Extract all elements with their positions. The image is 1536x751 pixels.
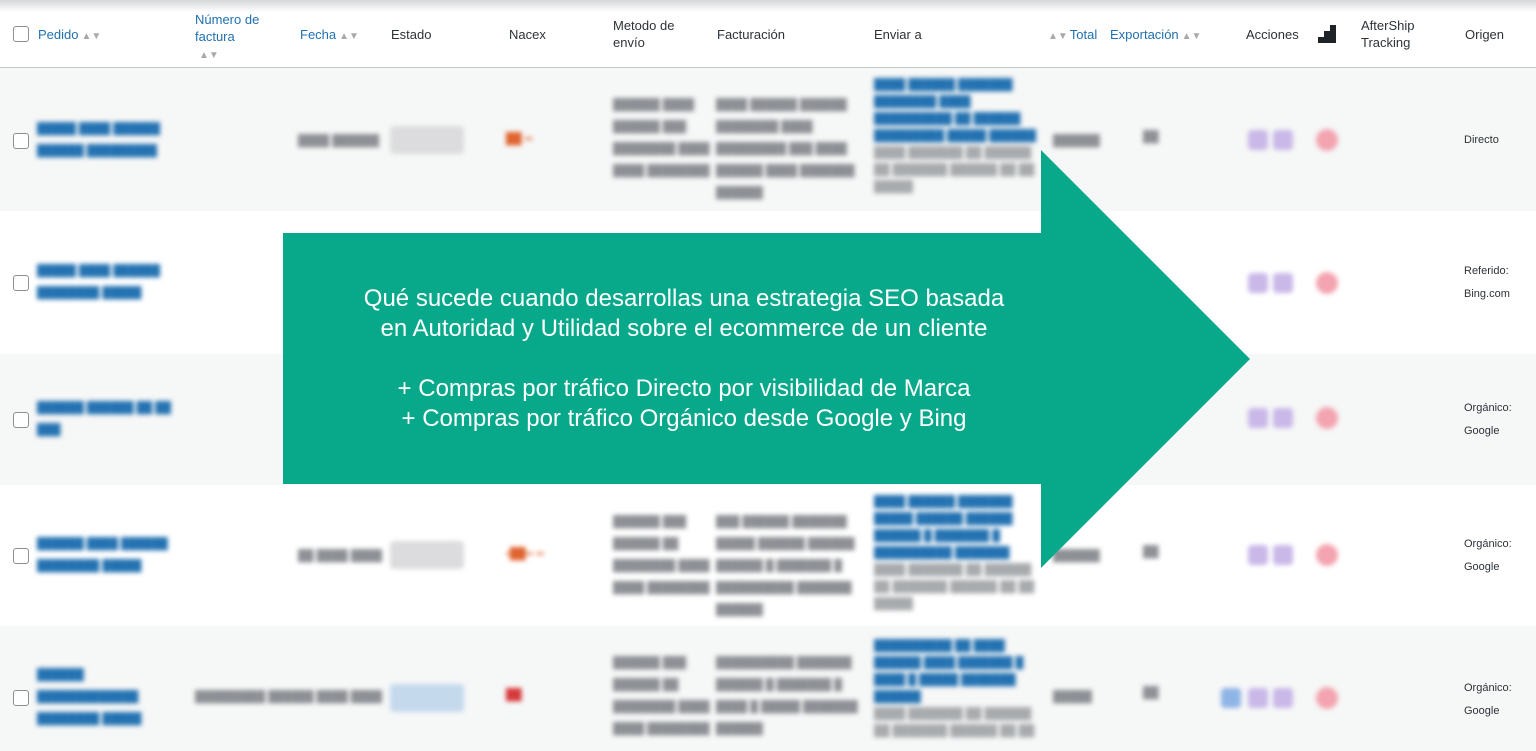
overlay-line-2: en Autoridad y Utilidad sobre el ecommer…: [380, 315, 988, 342]
row-checkbox[interactable]: [13, 133, 29, 149]
origin-cell: Orgánico: Google: [1464, 533, 1512, 579]
origin-cell: Orgánico: Google: [1464, 677, 1512, 723]
overlay-line-1: Qué sucede cuando desarrollas una estrat…: [363, 285, 1005, 312]
col-ship-to: Enviar a: [874, 27, 922, 42]
row-checkbox[interactable]: [13, 275, 29, 291]
origin-line-2: Google: [1464, 425, 1500, 437]
col-aftership: AfterShip Tracking: [1361, 17, 1414, 51]
origin-cell: Referido: Bing.com: [1464, 260, 1510, 306]
col-invoice-label-2: factura: [195, 29, 235, 44]
origin-line-2: Bing.com: [1464, 288, 1510, 300]
origin-line-2: Google: [1464, 561, 1500, 573]
col-shipping: Metodo de envío: [613, 17, 674, 51]
col-actions: Acciones: [1246, 27, 1299, 42]
origin-cell: Directo: [1464, 129, 1499, 152]
overlay-message: Qué sucede cuando desarrollas una estrat…: [284, 284, 1084, 434]
overlay-line-3: + Compras por tráfico Directo por visibi…: [397, 375, 971, 402]
origin-line-1: Orgánico:: [1464, 538, 1512, 550]
sort-icon: ▲▼: [1048, 31, 1068, 42]
sort-icon: ▲▼: [81, 31, 102, 42]
col-origin: Origen: [1465, 27, 1505, 42]
col-aftership-label-2: Tracking: [1361, 35, 1411, 50]
origin-cell: Orgánico: Google: [1464, 397, 1512, 443]
col-nacex: Nacex: [509, 27, 546, 42]
origin-line-1: Referido:: [1464, 265, 1509, 277]
table-header: Pedido ▲▼ Número de factura ▲▼ Fecha ▲▼ Esta…: [0, 0, 1536, 68]
col-order[interactable]: Pedido ▲▼: [38, 26, 101, 45]
overlay-line-4: + Compras por tráfico Orgánico desde Goo…: [401, 405, 967, 432]
col-shipping-label-1: Metodo de: [613, 18, 675, 33]
row-checkbox[interactable]: [13, 548, 29, 564]
col-status: Estado: [391, 27, 432, 42]
col-invoice-label-1: Número de: [195, 12, 260, 27]
col-export[interactable]: Exportación ▲▼: [1110, 26, 1201, 45]
col-total[interactable]: ▲▼ Total: [1048, 26, 1097, 45]
col-shipping-label-2: envío: [613, 35, 645, 50]
table-row[interactable]: █████ ████ ██████ ██████ █████████ ████ █…: [0, 68, 1536, 211]
origin-line-1: Orgánico:: [1464, 682, 1512, 694]
table-row[interactable]: ██████ ████ ██████ ████████ █████ ██ ████…: [0, 485, 1536, 626]
col-order-label: Pedido: [38, 27, 79, 42]
sort-icon: ▲▼: [1181, 31, 1202, 42]
col-export-label: Exportación: [1110, 27, 1179, 42]
col-date[interactable]: Fecha ▲▼: [300, 26, 359, 45]
row-checkbox[interactable]: [13, 690, 29, 706]
origin-line-1: Orgánico:: [1464, 402, 1512, 414]
sort-icon: ▲▼: [339, 31, 359, 42]
sort-icon: ▲▼: [199, 50, 219, 61]
stairs-icon: [1318, 25, 1336, 43]
table-row[interactable]: ██████ █████████████ ████████ █████ ██████…: [0, 626, 1536, 751]
col-invoice[interactable]: Número de factura ▲▼: [195, 11, 259, 64]
col-date-label: Fecha: [300, 27, 337, 42]
origin-line-1: Directo: [1464, 134, 1499, 146]
select-all-checkbox[interactable]: [13, 26, 29, 42]
origin-line-2: Google: [1464, 705, 1500, 717]
col-total-label: Total: [1069, 27, 1098, 42]
row-checkbox[interactable]: [13, 412, 29, 428]
col-billing: Facturación: [717, 27, 785, 42]
col-aftership-label-1: AfterShip: [1361, 18, 1415, 33]
